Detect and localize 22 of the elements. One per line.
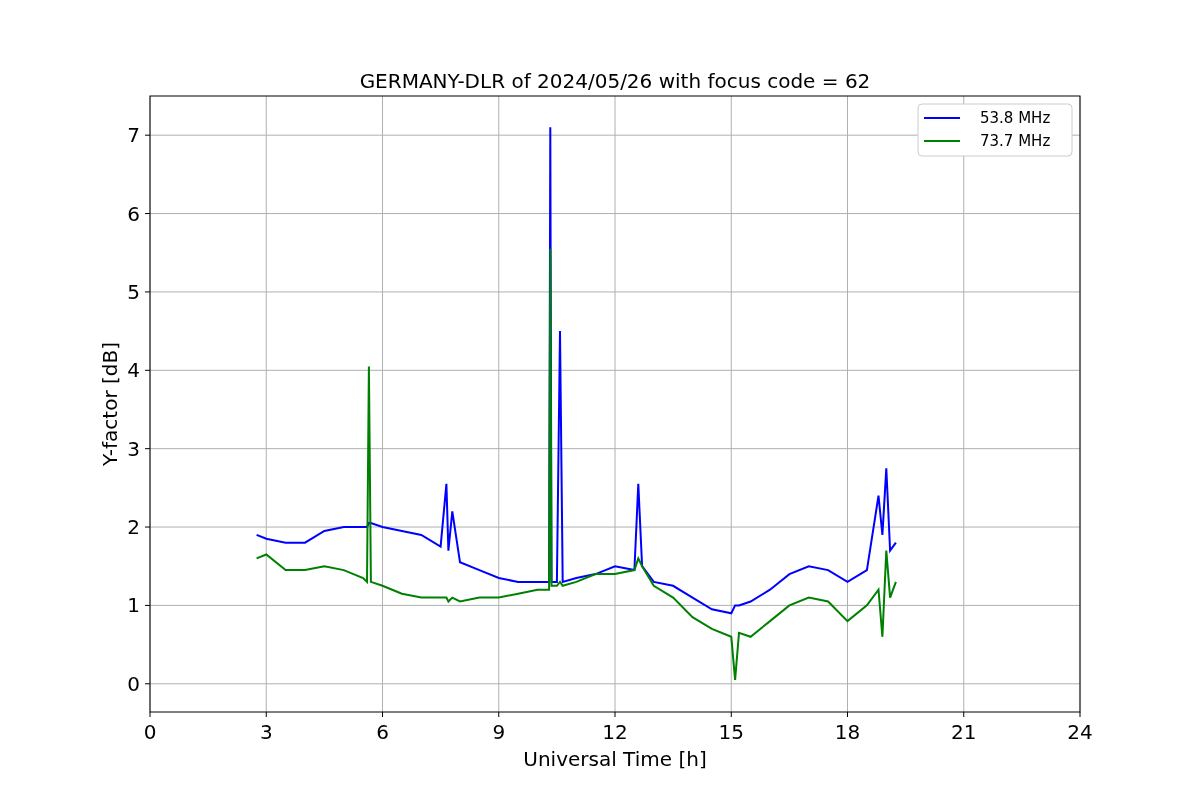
legend-label: 73.7 MHz (980, 132, 1051, 150)
y-tick-label: 2 (127, 515, 140, 540)
x-tick-label: 15 (718, 720, 744, 744)
x-axis-label: Universal Time [h] (523, 747, 707, 771)
y-tick-label: 5 (127, 279, 140, 304)
x-tick-label: 12 (602, 720, 628, 744)
y-axis-label: Y-factor [dB] (98, 342, 122, 466)
y-tick-label: 4 (127, 358, 140, 383)
x-tick-label: 0 (143, 720, 157, 744)
y-tick-label: 1 (127, 593, 140, 618)
x-tick-label: 3 (259, 720, 273, 744)
x-tick-label: 6 (376, 720, 389, 744)
y-tick-label: 0 (127, 671, 140, 696)
y-tick-label: 6 (127, 201, 140, 226)
x-tick-label: 24 (1067, 720, 1093, 744)
x-tick-label: 18 (834, 720, 861, 744)
y-tick-label: 7 (127, 123, 140, 148)
x-tick-label: 9 (492, 720, 506, 744)
y-tick-label: 3 (127, 436, 140, 461)
legend-label: 53.8 MHz (980, 109, 1051, 127)
x-tick-label: 21 (951, 720, 977, 744)
chart-title: GERMANY-DLR of 2024/05/26 with focus code = 62 (359, 69, 871, 93)
